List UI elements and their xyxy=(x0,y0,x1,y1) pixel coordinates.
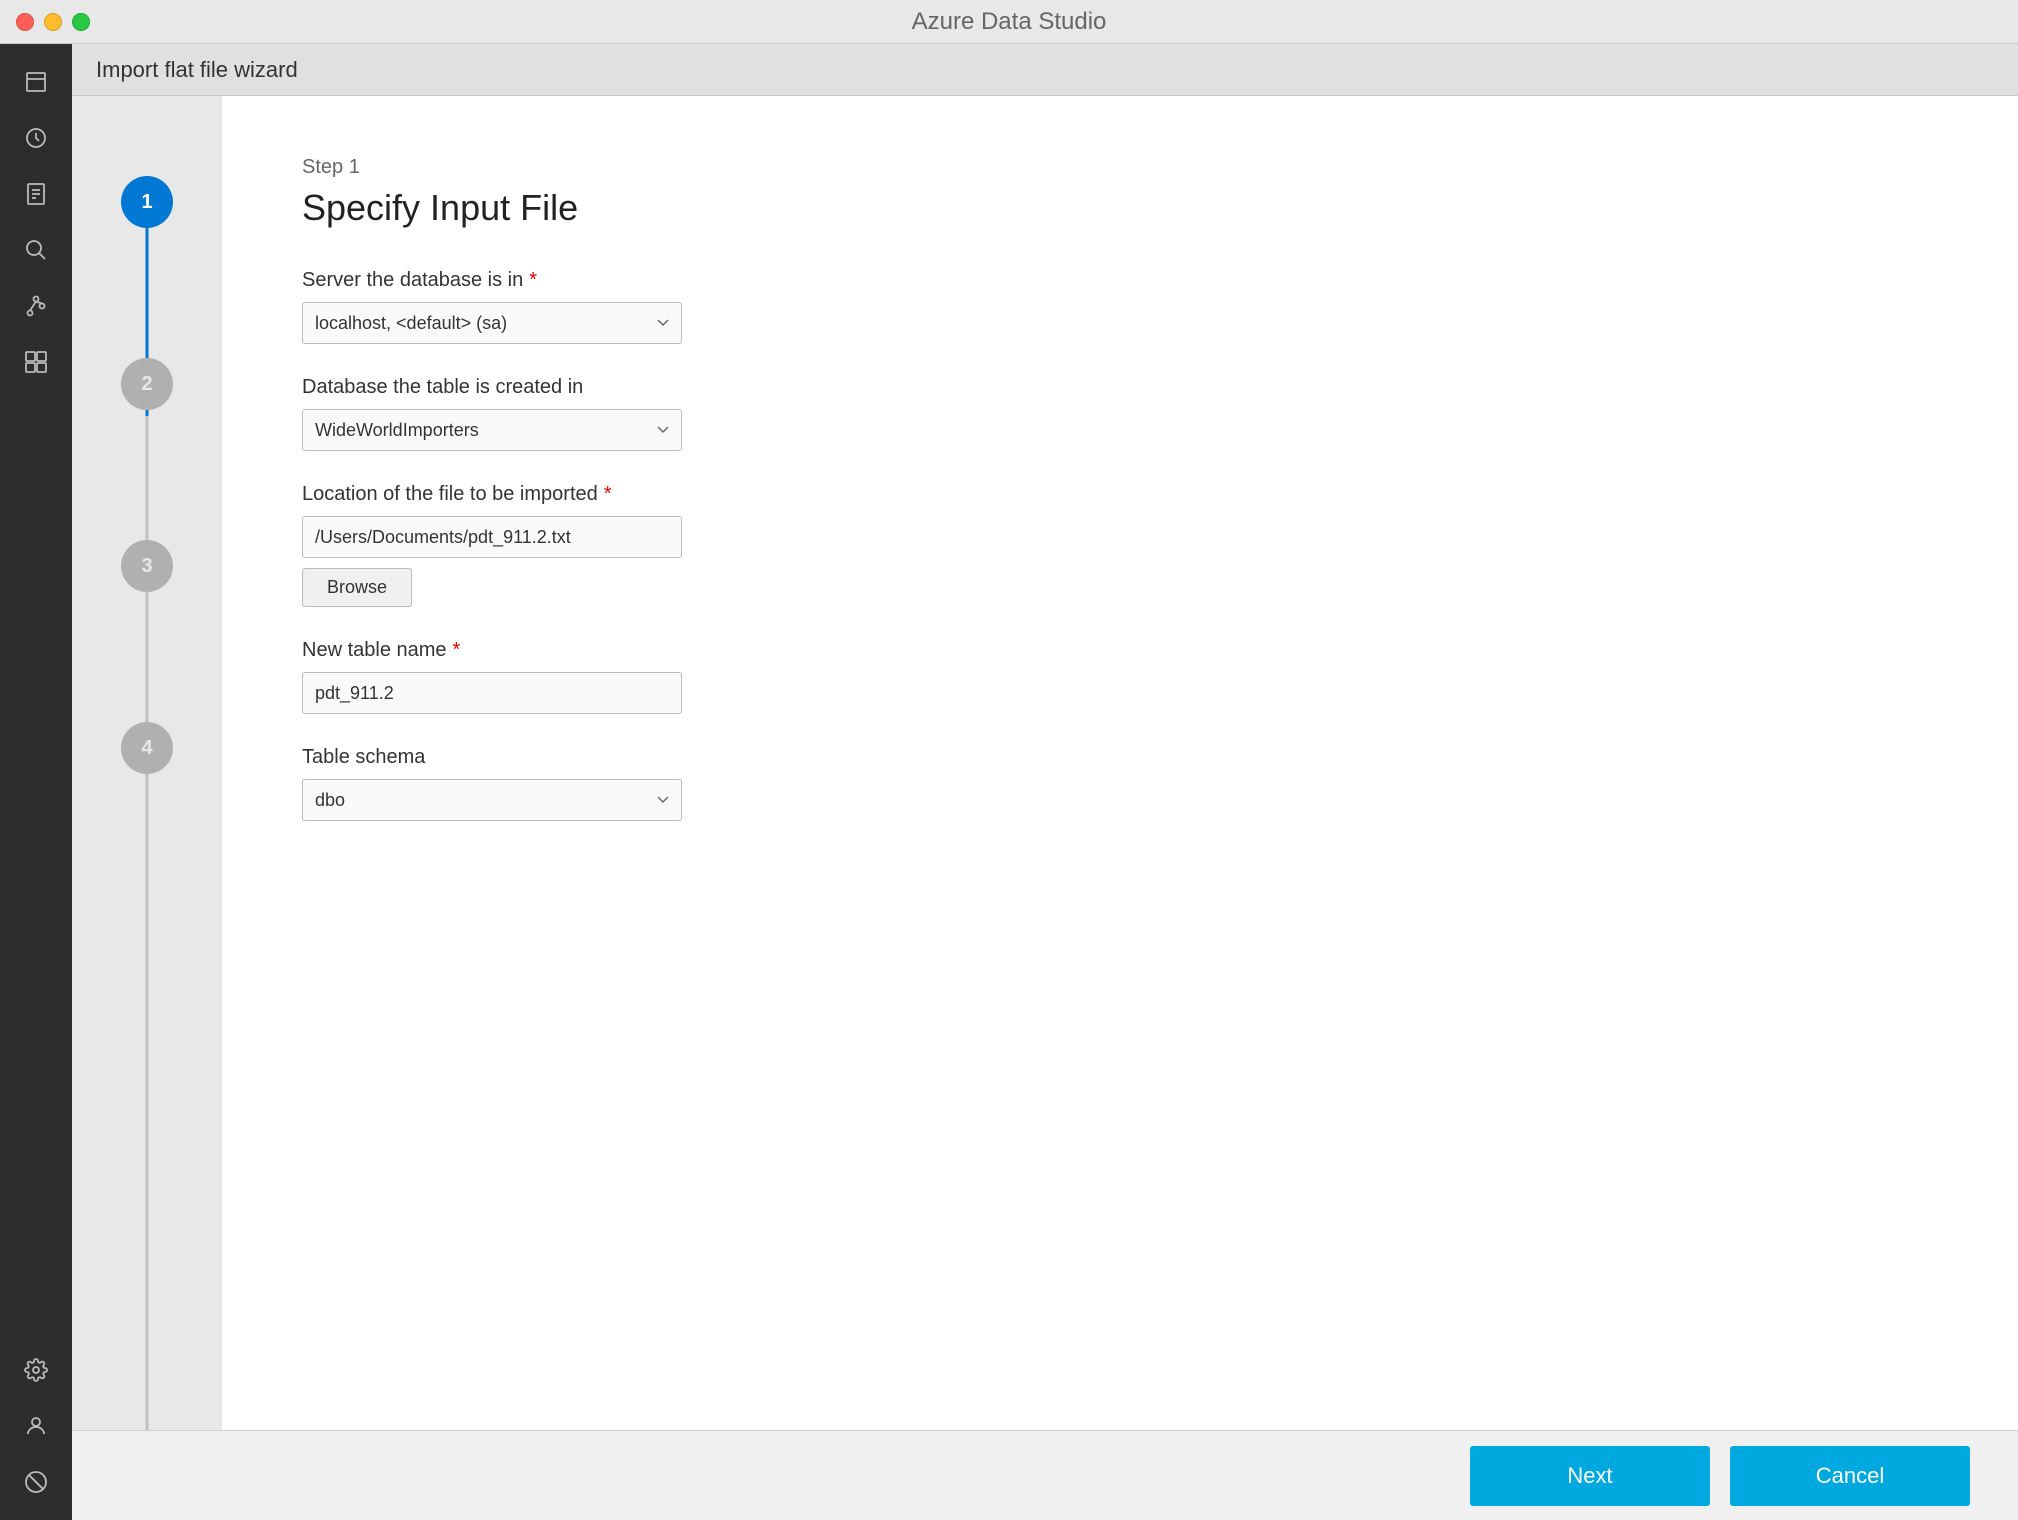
server-required: * xyxy=(529,269,537,292)
file-label: Location of the file to be imported * xyxy=(302,483,1938,506)
wizard-footer: Next Cancel xyxy=(72,1430,2018,1520)
schema-label: Table schema xyxy=(302,746,1938,769)
sidebar-item-history[interactable] xyxy=(10,112,62,164)
file-input[interactable] xyxy=(302,516,682,558)
file-required: * xyxy=(604,483,612,506)
step-3: 3 xyxy=(121,540,173,592)
schema-group: Table schema dbo xyxy=(302,746,1938,821)
maximize-button[interactable] xyxy=(72,13,90,31)
browse-button[interactable]: Browse xyxy=(302,568,412,607)
table-name-required: * xyxy=(453,639,461,662)
step-4: 4 xyxy=(121,722,173,774)
table-name-group: New table name * xyxy=(302,639,1938,714)
sidebar-item-search[interactable] xyxy=(10,224,62,276)
tab-bar: Import flat file wizard xyxy=(72,44,2018,96)
database-group: Database the table is created in WideWor… xyxy=(302,376,1938,451)
sidebar-item-document[interactable] xyxy=(10,168,62,220)
titlebar: Azure Data Studio xyxy=(0,0,2018,44)
server-label: Server the database is in * xyxy=(302,269,1938,292)
cancel-button[interactable]: Cancel xyxy=(1730,1446,1970,1506)
schema-select[interactable]: dbo xyxy=(302,779,682,821)
table-name-input[interactable] xyxy=(302,672,682,714)
server-select[interactable]: localhost, <default> (sa) xyxy=(302,302,682,344)
database-select[interactable]: WideWorldImporters xyxy=(302,409,682,451)
tab-title: Import flat file wizard xyxy=(96,57,298,83)
step-2: 2 xyxy=(121,358,173,410)
traffic-lights xyxy=(16,13,90,31)
sidebar-item-extensions[interactable] xyxy=(10,336,62,388)
step-sidebar: 1 2 3 4 xyxy=(72,96,222,1430)
step-label: Step 1 xyxy=(302,156,1938,179)
wizard-content: Step 1 Specify Input File Server the dat… xyxy=(222,96,2018,1430)
table-name-label: New table name * xyxy=(302,639,1938,662)
sidebar-item-account[interactable] xyxy=(10,1400,62,1452)
sidebar-item-files[interactable] xyxy=(10,56,62,108)
server-group: Server the database is in * localhost, <… xyxy=(302,269,1938,344)
sidebar-item-notification[interactable] xyxy=(10,1456,62,1508)
next-button[interactable]: Next xyxy=(1470,1446,1710,1506)
app-title: Azure Data Studio xyxy=(912,8,1107,36)
step-heading: Specify Input File xyxy=(302,187,1938,229)
sidebar-item-settings[interactable] xyxy=(10,1344,62,1396)
step-1: 1 xyxy=(121,176,173,228)
sidebar-item-git[interactable] xyxy=(10,280,62,332)
minimize-button[interactable] xyxy=(44,13,62,31)
file-group: Location of the file to be imported * Br… xyxy=(302,483,1938,607)
close-button[interactable] xyxy=(16,13,34,31)
sidebar xyxy=(0,44,72,1520)
database-label: Database the table is created in xyxy=(302,376,1938,399)
